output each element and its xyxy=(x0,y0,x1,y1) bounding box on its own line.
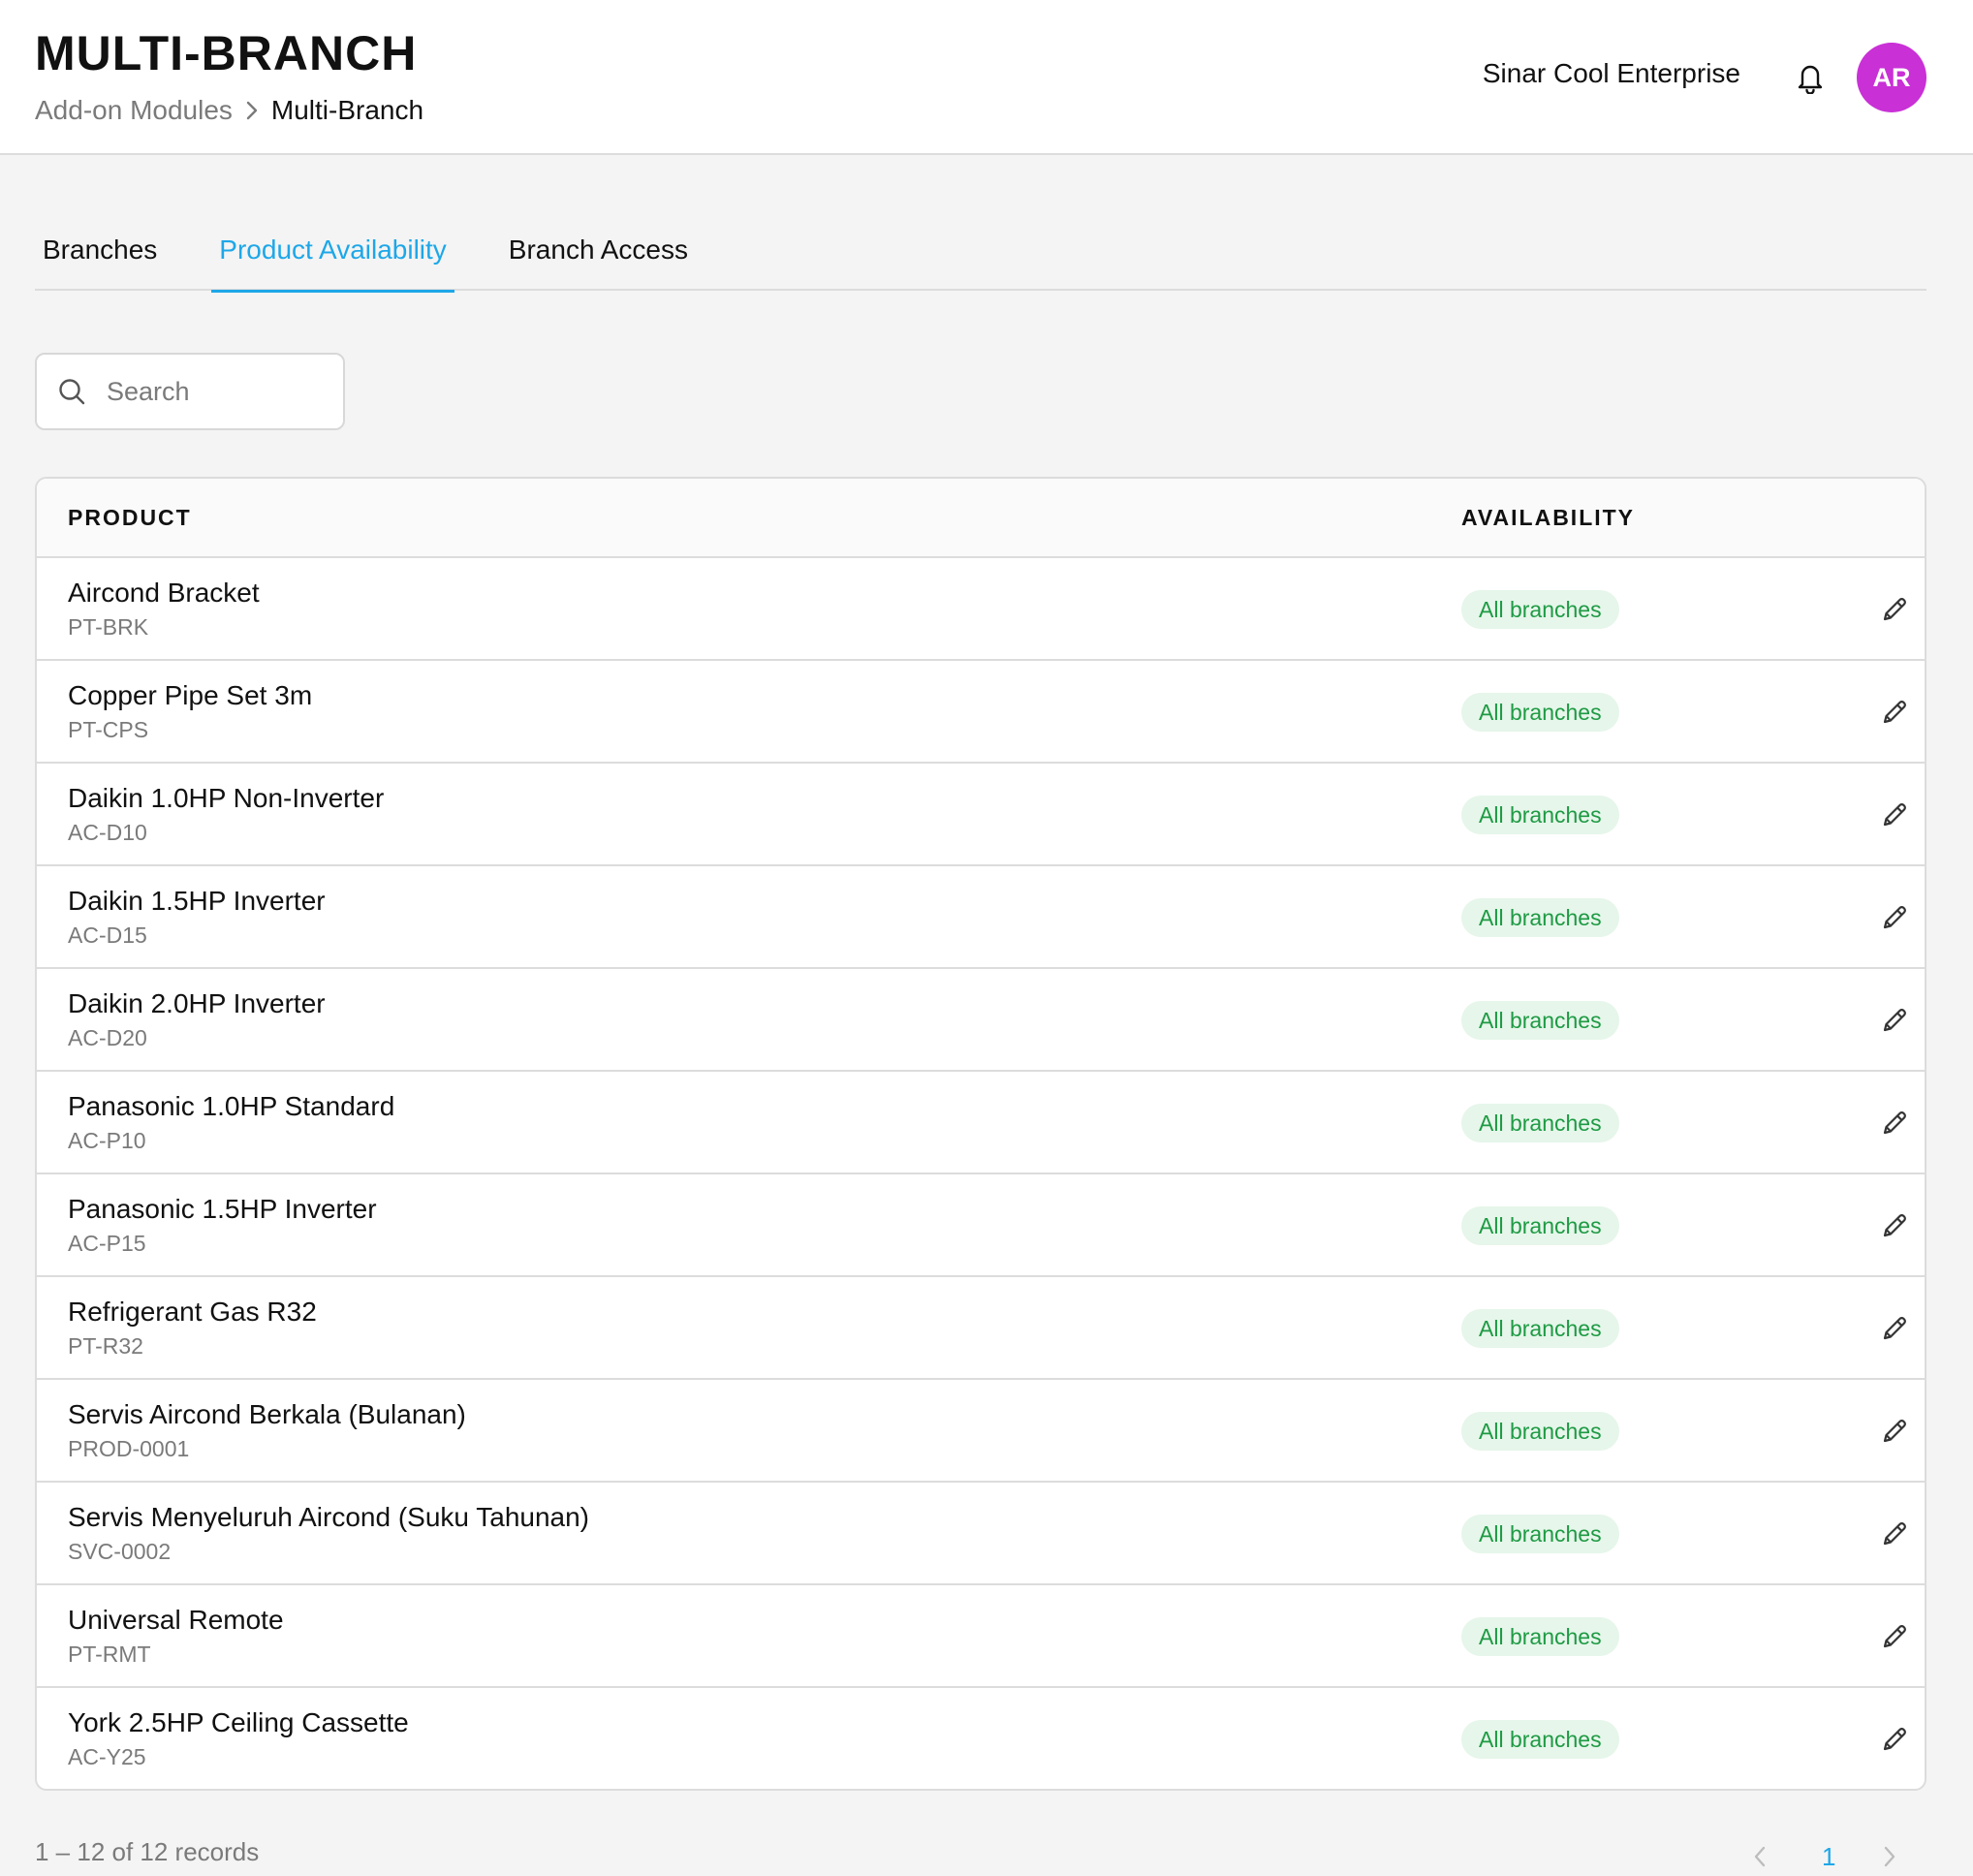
chevron-right-icon xyxy=(233,100,271,121)
pencil-icon[interactable] xyxy=(1878,901,1911,934)
table-row: Daikin 1.5HP Inverter AC-D15 All branches xyxy=(37,866,1925,969)
table-body: Aircond Bracket PT-BRK All branches Copper … xyxy=(37,558,1925,1789)
product-name: Daikin 2.0HP Inverter xyxy=(68,988,326,1018)
table-row: Aircond Bracket PT-BRK All branches xyxy=(37,558,1925,661)
table-header: PRODUCT AVAILABILITY xyxy=(37,479,1925,558)
product-name: Daikin 1.0HP Non-Inverter xyxy=(68,783,385,813)
pencil-icon[interactable] xyxy=(1878,798,1911,831)
product-code: AC-D10 xyxy=(68,820,147,845)
pencil-icon[interactable] xyxy=(1878,1004,1911,1037)
tab-bar: Branches Product Availability Branch Acc… xyxy=(35,209,1926,293)
availability-badge: All branches xyxy=(1461,1515,1619,1553)
breadcrumb-parent-link[interactable]: Add-on Modules xyxy=(35,95,233,126)
search-input[interactable] xyxy=(107,376,320,407)
breadcrumb: Add-on Modules Multi-Branch xyxy=(35,93,423,128)
product-code: PT-R32 xyxy=(68,1333,143,1359)
product-code: AC-P15 xyxy=(68,1231,146,1256)
product-code: AC-Y25 xyxy=(68,1744,146,1769)
product-code: AC-P10 xyxy=(68,1128,146,1153)
page-number[interactable]: 1 xyxy=(1822,1837,1835,1876)
availability-badge: All branches xyxy=(1461,796,1619,834)
table-row: Servis Menyeluruh Aircond (Suku Tahunan)… xyxy=(37,1483,1925,1585)
product-name: Universal Remote xyxy=(68,1605,284,1635)
availability-badge: All branches xyxy=(1461,1720,1619,1759)
table-row: Daikin 1.0HP Non-Inverter AC-D10 All branc… xyxy=(37,764,1925,866)
availability-badge: All branches xyxy=(1461,1412,1619,1451)
availability-badge: All branches xyxy=(1461,1617,1619,1656)
availability-badge: All branches xyxy=(1461,693,1619,732)
tab-product-availability[interactable]: Product Availability xyxy=(211,209,454,293)
pencil-icon[interactable] xyxy=(1878,696,1911,729)
availability-badge: All branches xyxy=(1461,1104,1619,1142)
availability-badge: All branches xyxy=(1461,898,1619,937)
product-code: SVC-0002 xyxy=(68,1539,172,1564)
product-availability-table: PRODUCT AVAILABILITY Aircond Bracket PT-B… xyxy=(35,477,1926,1791)
product-code: AC-D15 xyxy=(68,922,147,948)
product-code: PT-RMT xyxy=(68,1642,151,1667)
table-row: Servis Aircond Berkala (Bulanan) PROD-000… xyxy=(37,1380,1925,1483)
table-row: Universal Remote PT-RMT All branches xyxy=(37,1585,1925,1688)
chevron-right-icon[interactable] xyxy=(1882,1837,1897,1876)
breadcrumb-current: Multi-Branch xyxy=(270,95,424,125)
product-code: PROD-0001 xyxy=(68,1436,190,1461)
tab-branch-access[interactable]: Branch Access xyxy=(501,209,696,291)
table-row: Panasonic 1.5HP Inverter AC-P15 All branch… xyxy=(37,1174,1925,1277)
availability-badge: All branches xyxy=(1461,1001,1619,1040)
tab-branches[interactable]: Branches xyxy=(35,209,165,291)
pencil-icon[interactable] xyxy=(1878,1723,1911,1756)
table-row: Refrigerant Gas R32 PT-R32 All branches xyxy=(37,1277,1925,1380)
company-name[interactable]: Sinar Cool Enterprise xyxy=(1483,58,1740,89)
column-header-product: PRODUCT xyxy=(68,504,192,530)
bell-icon[interactable] xyxy=(1793,60,1828,95)
pencil-icon[interactable] xyxy=(1878,1517,1911,1550)
product-name: Daikin 1.5HP Inverter xyxy=(68,886,326,916)
pencil-icon[interactable] xyxy=(1878,1415,1911,1448)
product-name: Servis Aircond Berkala (Bulanan) xyxy=(68,1399,466,1429)
product-name: Refrigerant Gas R32 xyxy=(68,1297,317,1327)
search-icon xyxy=(56,376,87,407)
page-title: MULTI-BRANCH xyxy=(35,26,418,80)
product-name: Aircond Bracket xyxy=(68,578,260,608)
records-count: 1 – 12 of 12 records xyxy=(35,1837,260,1866)
availability-badge: All branches xyxy=(1461,1206,1619,1245)
search-box[interactable] xyxy=(35,353,345,430)
top-header: MULTI-BRANCH Add-on Modules Multi-Branch… xyxy=(0,0,1973,155)
pencil-icon[interactable] xyxy=(1878,593,1911,626)
pencil-icon[interactable] xyxy=(1878,1312,1911,1345)
product-name: York 2.5HP Ceiling Cassette xyxy=(68,1707,409,1737)
availability-badge: All branches xyxy=(1461,590,1619,629)
availability-badge: All branches xyxy=(1461,1309,1619,1348)
table-row: Daikin 2.0HP Inverter AC-D20 All branches xyxy=(37,969,1925,1072)
product-code: PT-BRK xyxy=(68,614,149,640)
table-row: Copper Pipe Set 3m PT-CPS All branches xyxy=(37,661,1925,764)
product-name: Copper Pipe Set 3m xyxy=(68,680,313,710)
table-row: Panasonic 1.0HP Standard AC-P10 All branch… xyxy=(37,1072,1925,1174)
product-name: Panasonic 1.0HP Standard xyxy=(68,1091,395,1121)
pencil-icon[interactable] xyxy=(1878,1107,1911,1140)
pencil-icon[interactable] xyxy=(1878,1620,1911,1653)
pencil-icon[interactable] xyxy=(1878,1209,1911,1242)
chevron-left-icon[interactable] xyxy=(1752,1837,1768,1876)
product-name: Panasonic 1.5HP Inverter xyxy=(68,1194,377,1224)
avatar[interactable]: AR xyxy=(1857,43,1926,112)
product-name: Servis Menyeluruh Aircond (Suku Tahunan) xyxy=(68,1502,590,1532)
column-header-availability: AVAILABILITY xyxy=(1461,504,1636,530)
table-row: York 2.5HP Ceiling Cassette AC-Y25 All bra… xyxy=(37,1688,1925,1789)
product-code: PT-CPS xyxy=(68,717,149,742)
product-code: AC-D20 xyxy=(68,1025,147,1050)
